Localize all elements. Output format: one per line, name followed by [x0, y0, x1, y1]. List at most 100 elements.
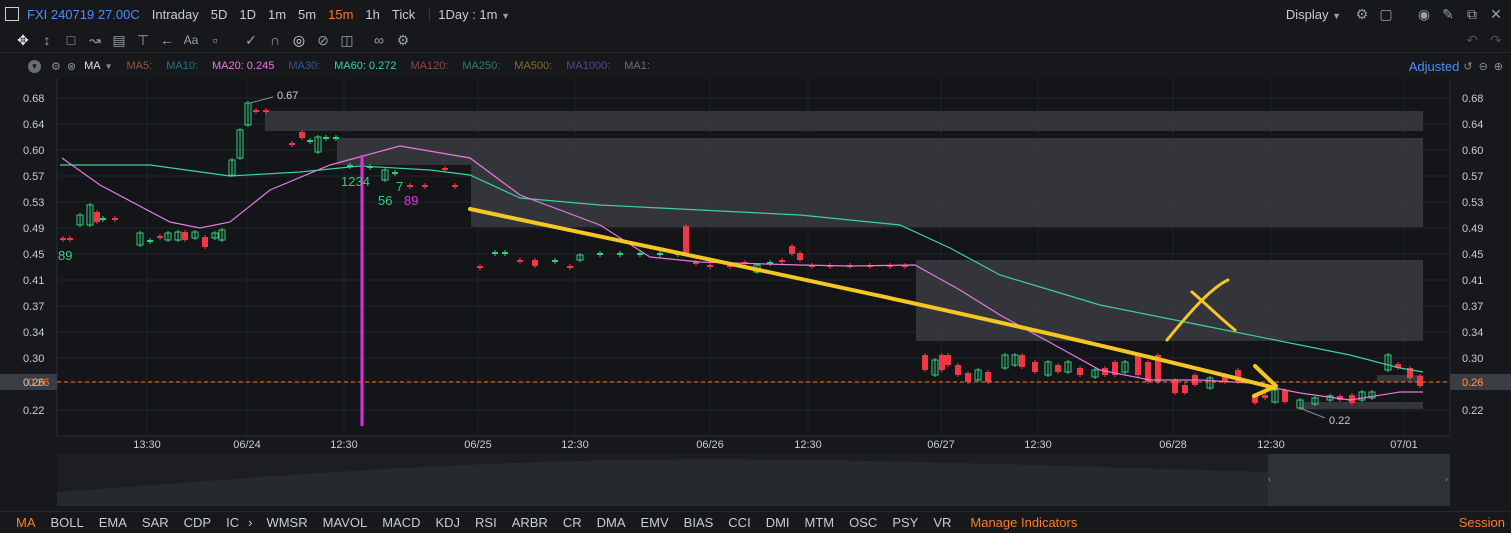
indicator-tab[interactable]: ARBR — [512, 515, 548, 530]
chevron-down-icon[interactable]: ▼ — [105, 62, 113, 71]
cursor-icon[interactable]: ↕ — [38, 31, 56, 49]
ma-settings-icon[interactable]: ⚙ — [51, 60, 61, 73]
price-chart[interactable]: 0.68 0.68 0.64 0.64 0.60 0.60 0.57 0.57 0.53 0.53… — [0, 78, 1511, 452]
indicator-icon[interactable]: ▤ — [110, 31, 128, 49]
redo-icon[interactable]: ↷ — [1487, 31, 1505, 49]
y-tick-label-right: 0.53 — [1462, 197, 1483, 209]
indicator-tab[interactable]: SAR — [142, 515, 169, 530]
ma-item[interactable]: MA30: — [288, 60, 320, 72]
indicator-tab[interactable]: WMSR — [266, 515, 307, 530]
ma-item[interactable]: MA5: — [127, 60, 153, 72]
range-select[interactable]: 1Day : 1m ▼ — [429, 6, 510, 22]
ma-item[interactable]: MA500: — [514, 60, 552, 72]
y-tick-label-right: 0.57 — [1462, 171, 1483, 183]
tf-tick[interactable]: Tick — [392, 7, 415, 22]
indicator-tab[interactable]: MAVOL — [323, 515, 368, 530]
y-tick-label-left: 0.22 — [23, 405, 44, 417]
ma-item[interactable]: MA10: — [166, 60, 198, 72]
indicator-tab[interactable]: BIAS — [684, 515, 714, 530]
sidebar-toggle-icon[interactable] — [5, 7, 19, 21]
trash-icon[interactable]: ◫ — [338, 31, 356, 49]
indicator-tab[interactable]: VR — [933, 515, 951, 530]
indicator-tab[interactable]: EMV — [641, 515, 669, 530]
settings-icon[interactable]: ⚙ — [394, 31, 412, 49]
indicator-tab[interactable]: EMA — [99, 515, 127, 530]
tf-5d[interactable]: 5D — [211, 7, 228, 22]
indicator-tab[interactable]: OSC — [849, 515, 877, 530]
indicator-tab[interactable]: RSI — [475, 515, 497, 530]
indicator-tab[interactable]: CDP — [184, 515, 211, 530]
indicator-tab[interactable]: CR — [563, 515, 582, 530]
pencil-icon[interactable]: ✎ — [1439, 5, 1457, 23]
tf-intraday[interactable]: Intraday — [152, 7, 199, 22]
hide-icon[interactable]: ⊘ — [314, 31, 332, 49]
gear-icon[interactable]: ⚙ — [1353, 5, 1371, 23]
navigator-left-handle[interactable]: ‹ — [1268, 474, 1271, 484]
navigator-window[interactable] — [1268, 454, 1450, 506]
arrow-back-icon[interactable]: ← — [158, 31, 176, 49]
indicator-tab[interactable]: IC — [226, 515, 239, 530]
zoom-in-icon[interactable]: ⊕ — [1494, 60, 1503, 73]
indicator-tab[interactable]: CCI — [728, 515, 750, 530]
tf-1h[interactable]: 1h — [365, 7, 379, 22]
ma-item[interactable]: MA1000: — [566, 60, 610, 72]
chart-navigator[interactable]: ‹ › — [0, 452, 1511, 510]
move-cross-icon[interactable]: ✥ — [14, 31, 32, 49]
ma-item[interactable]: MA20: 0.245 — [212, 60, 274, 72]
ma-name[interactable]: MA — [84, 60, 101, 72]
navigator-right-handle[interactable]: › — [1445, 474, 1448, 484]
collapse-icon[interactable]: ▼ — [28, 59, 41, 73]
trend-line-icon[interactable]: ↝ — [86, 31, 104, 49]
zoom-out-icon[interactable]: ⊖ — [1479, 60, 1488, 73]
drawn-zone-rect[interactable] — [916, 260, 1423, 341]
display-button[interactable]: Display ▼ — [1286, 7, 1341, 22]
fib-icon[interactable]: ⊤ — [134, 31, 152, 49]
ma-item[interactable]: MA250: — [462, 60, 500, 72]
indicator-tab[interactable]: PSY — [892, 515, 918, 530]
close-icon[interactable]: ✕ — [1487, 5, 1505, 23]
drawn-zone-rect[interactable] — [1377, 375, 1423, 382]
reset-icon[interactable]: ↺ — [1463, 60, 1472, 73]
magnet-icon[interactable]: ∩ — [266, 31, 284, 49]
indicator-tab[interactable]: KDJ — [435, 515, 460, 530]
tf-1d[interactable]: 1D — [239, 7, 256, 22]
y-tick-label-right: 0.22 — [1462, 405, 1483, 417]
ma-item[interactable]: MA1: — [624, 60, 650, 72]
comment-icon[interactable]: ▫ — [206, 31, 224, 49]
adjusted-label[interactable]: Adjusted — [1409, 59, 1460, 74]
candle-body — [289, 143, 295, 145]
camera-icon[interactable]: ◉ — [1415, 5, 1433, 23]
rect-select-icon[interactable]: □ — [62, 31, 80, 49]
ma-item[interactable]: MA60: 0.272 — [334, 60, 396, 72]
drawn-zone-rect[interactable] — [337, 138, 1423, 165]
indicator-tab[interactable]: DMI — [766, 515, 790, 530]
tf-5m[interactable]: 5m — [298, 7, 316, 22]
drawn-zone-rect[interactable] — [265, 111, 1423, 131]
tf-1m[interactable]: 1m — [268, 7, 286, 22]
x-tick-label: 06/27 — [927, 439, 955, 451]
tf-15m[interactable]: 15m — [328, 7, 353, 22]
indicator-tab[interactable]: MACD — [382, 515, 420, 530]
session-link[interactable]: Session — [1459, 515, 1505, 530]
pen-icon[interactable]: ✓ — [242, 31, 260, 49]
symbol-title[interactable]: FXI 240719 27.00C — [27, 7, 140, 22]
chevron-right-icon[interactable]: › — [248, 515, 252, 530]
fullscreen-icon[interactable]: ⧉ — [1463, 5, 1481, 23]
indicator-tab[interactable]: BOLL — [51, 515, 84, 530]
link-icon[interactable]: ∞ — [370, 31, 388, 49]
ma-close-icon[interactable]: ⊗ — [67, 60, 76, 73]
undo-icon[interactable]: ↶ — [1463, 31, 1481, 49]
x-tick-label: 06/25 — [464, 439, 492, 451]
text-icon[interactable]: Aa — [182, 31, 200, 49]
manage-indicators-link[interactable]: Manage Indicators — [970, 515, 1077, 530]
top-bar: FXI 240719 27.00C Intraday 5D 1D 1m 5m 1… — [0, 0, 1511, 29]
indicator-tab[interactable]: DMA — [597, 515, 626, 530]
eye-icon[interactable]: ◎ — [290, 31, 308, 49]
candle-body — [1282, 390, 1288, 402]
indicator-tab[interactable]: MTM — [805, 515, 835, 530]
layout-icon[interactable]: ▢ — [1377, 5, 1395, 23]
drawn-zone-rect[interactable] — [471, 165, 1423, 227]
ma-item[interactable]: MA120: — [410, 60, 448, 72]
candle-body — [67, 238, 73, 240]
indicator-tab[interactable]: MA — [16, 515, 36, 530]
